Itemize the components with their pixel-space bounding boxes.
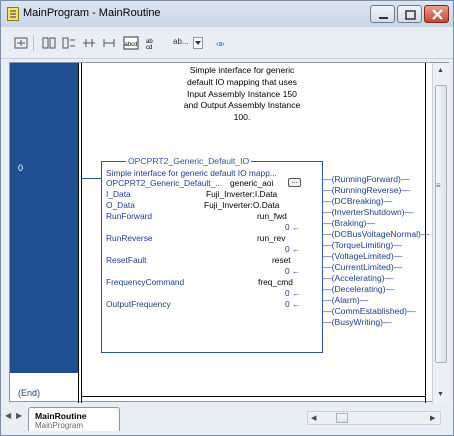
- chevron-down-icon[interactable]: [193, 37, 203, 49]
- tag-filter-dropdown[interactable]: ab...: [173, 35, 203, 51]
- add-branch-icon[interactable]: [61, 35, 77, 51]
- aoi-param-live-value: 0 ←: [285, 288, 301, 298]
- tab-label: MainRoutine: [35, 411, 87, 421]
- aoi-param-value[interactable]: run_fwd: [257, 211, 287, 221]
- svg-text:cd: cd: [146, 45, 152, 51]
- rung-gutter[interactable]: [10, 63, 78, 373]
- toolbar-separator: [33, 35, 34, 51]
- window-title: MainProgram - MainRoutine: [23, 7, 161, 19]
- aoi-param-label: I_Data: [106, 189, 131, 199]
- output-coil[interactable]: —(RunningForward)—: [323, 174, 409, 184]
- dropdown-label: ab...: [173, 37, 189, 46]
- close-button[interactable]: [424, 5, 449, 23]
- rung-wire: [82, 178, 101, 179]
- output-coil[interactable]: —(CurrentLimited)—: [323, 262, 402, 272]
- aoi-param-value[interactable]: run_rev: [257, 233, 285, 243]
- aoi-param-value[interactable]: Fuji_Inverter:O.Data: [204, 200, 279, 210]
- end-rung-line: [82, 396, 425, 397]
- aoi-properties-button[interactable]: ...: [288, 178, 301, 187]
- left-power-rail: [78, 63, 82, 403]
- go-to-icon[interactable]: ‹a›: [215, 35, 231, 51]
- aoi-param-label: FrequencyCommand: [106, 277, 185, 287]
- output-coil[interactable]: —(VoltageLimited)—: [323, 251, 402, 261]
- abcd-tag-icon[interactable]: abcd: [123, 35, 139, 51]
- aoi-instruction-name[interactable]: OPCPRT2_Generic_Default_IO: [126, 156, 252, 166]
- output-coil[interactable]: —(BusyWriting)—: [323, 317, 392, 327]
- rung-number: 0: [18, 163, 24, 173]
- horizontal-scrollbar[interactable]: ◀ ▶: [307, 411, 441, 425]
- minimize-button[interactable]: [370, 5, 395, 23]
- horizontal-scroll-thumb[interactable]: [336, 413, 348, 423]
- aoi-param-value[interactable]: generic_aoi: [230, 178, 273, 188]
- aoi-param-label: RunReverse: [106, 233, 153, 243]
- document-icon: [7, 7, 19, 21]
- scroll-down-icon[interactable]: ▼: [437, 391, 444, 398]
- aoi-param-label: OutputFrequency: [106, 299, 171, 309]
- aoi-param-live-value: 0 ←: [285, 244, 301, 254]
- toolbar: abcd ab cd ab... ‹a›: [1, 27, 453, 59]
- vertical-scrollbar[interactable]: ▲ ≡ ▼: [432, 63, 449, 403]
- scroll-left-icon[interactable]: ◀: [311, 414, 316, 422]
- output-coil[interactable]: —(Braking)—: [323, 218, 375, 228]
- aoi-param-live-value: 0 ←: [285, 222, 301, 232]
- tab-sublabel: MainProgram: [35, 421, 84, 430]
- tab-mainroutine[interactable]: MainRoutine MainProgram: [28, 407, 120, 431]
- aoi-param-label: OPCPRT2_Generic_Default_...: [106, 178, 223, 188]
- output-coil[interactable]: —(DCBusVoltageNormal)—: [323, 229, 430, 239]
- output-coil[interactable]: —(Alarm)—: [323, 295, 368, 305]
- grip-icon: ≡: [436, 181, 441, 190]
- tab-scroll-right-icon[interactable]: ▶: [16, 411, 22, 420]
- ladder-editor[interactable]: 0 (End) Simple interface for generic def…: [9, 62, 449, 403]
- scroll-up-icon[interactable]: ▲: [437, 67, 444, 74]
- aoi-description: Simple interface for generic default IO …: [106, 168, 277, 178]
- instruction-icon[interactable]: [101, 35, 117, 51]
- tab-scroll-left-icon[interactable]: ◀: [5, 411, 11, 420]
- end-rung-label: (End): [18, 388, 41, 398]
- svg-text:abcd: abcd: [124, 42, 137, 48]
- aoi-param-label: ResetFault: [106, 255, 147, 265]
- routine-window: MainProgram - MainRoutine abcd ab cd ab.…: [0, 0, 454, 436]
- vertical-scroll-thumb[interactable]: [435, 85, 447, 363]
- output-coil[interactable]: —(Accelerating)—: [323, 273, 393, 283]
- output-coil[interactable]: —(TorqueLimiting)—: [323, 240, 402, 250]
- scroll-right-icon[interactable]: ▶: [430, 414, 435, 422]
- output-coil[interactable]: —(RunningReverse)—: [323, 185, 410, 195]
- output-coil[interactable]: —(CommEstablished)—: [323, 306, 416, 316]
- verify-routine-icon[interactable]: [13, 35, 29, 51]
- routine-tab-strip: ◀ ▶ MainRoutine MainProgram ◀ ▶: [1, 403, 453, 435]
- aoi-param-label: RunForward: [106, 211, 153, 221]
- maximize-button[interactable]: [397, 5, 422, 23]
- output-coil[interactable]: —(InverterShutdown)—: [323, 207, 413, 217]
- tag-list-icon[interactable]: ab cd: [143, 35, 159, 51]
- aoi-param-live-value: 0 ←: [285, 299, 301, 309]
- aoi-param-live-value: 0 ←: [285, 266, 301, 276]
- aoi-param-value[interactable]: reset: [272, 255, 291, 265]
- output-coil[interactable]: —(Decelerating)—: [323, 284, 394, 294]
- aoi-param-label: O_Data: [106, 200, 135, 210]
- aoi-param-value[interactable]: freq_cmd: [258, 277, 293, 287]
- svg-text:‹a›: ‹a›: [216, 41, 225, 48]
- aoi-param-value[interactable]: Fuji_Inverter:I.Data: [206, 189, 277, 199]
- add-rung-icon[interactable]: [41, 35, 57, 51]
- rung-comment[interactable]: Simple interface for generic default IO …: [180, 65, 304, 124]
- branch-level-icon[interactable]: [81, 35, 97, 51]
- output-coil[interactable]: —(DCBreaking)—: [323, 196, 392, 206]
- title-bar[interactable]: MainProgram - MainRoutine: [1, 1, 453, 27]
